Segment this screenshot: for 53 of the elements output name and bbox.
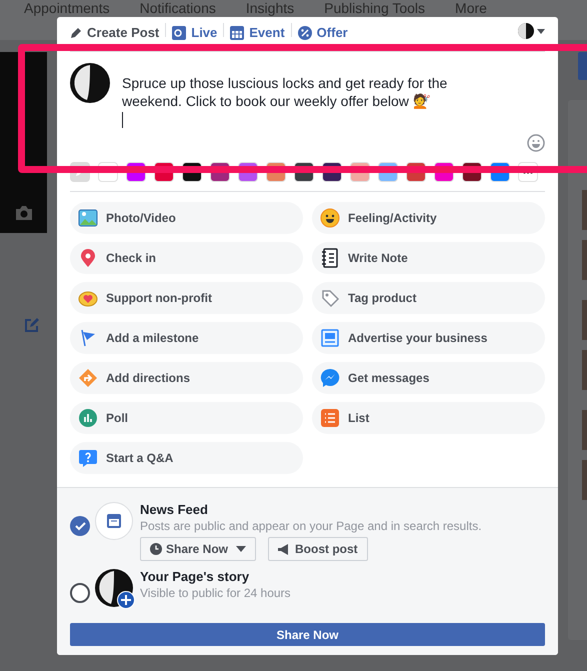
tag-icon: [320, 288, 340, 308]
composer-tab[interactable]: Live: [172, 23, 218, 42]
caret-icon: [236, 546, 246, 552]
destination-description: Visible to public for 24 hours: [140, 585, 291, 601]
notebook-icon: [320, 248, 340, 268]
composer-option[interactable]: Check in: [70, 242, 303, 274]
composer-option[interactable]: Feeling/Activity: [312, 202, 545, 234]
composer-option[interactable]: Add directions: [70, 362, 303, 394]
map-pin-icon: [78, 248, 98, 268]
destination-title[interactable]: Your Page's story: [140, 569, 291, 585]
composer-option[interactable]: List: [312, 402, 545, 434]
composer-option[interactable]: Tag product: [312, 282, 545, 314]
text-cursor: [122, 112, 123, 128]
feed-icon: [95, 502, 133, 540]
camera-icon[interactable]: [14, 205, 34, 221]
clock-icon: [150, 543, 162, 555]
post-text-field[interactable]: Spruce up those luscious locks and get ready for the weekend. Click to book our weekly offer below 💇: [122, 74, 472, 160]
directions-icon: [78, 368, 98, 388]
composer-option[interactable]: Get messages: [312, 362, 545, 394]
check-icon: [74, 522, 86, 530]
pencil-icon: [70, 26, 82, 39]
emoji-icon[interactable]: [527, 134, 545, 152]
chat-bubble-icon: [320, 368, 340, 388]
question-bubble-icon: [78, 448, 98, 468]
composer-option[interactable]: Poll: [70, 402, 303, 434]
composer-tab[interactable]: Offer: [298, 23, 348, 42]
composer-tab[interactable]: Event: [230, 23, 285, 42]
radio-button[interactable]: [70, 516, 90, 536]
add-icon[interactable]: [117, 591, 135, 609]
composer-option[interactable]: Advertise your business: [312, 322, 545, 354]
smiley-icon: [320, 208, 340, 228]
composer-option[interactable]: Add a milestone: [70, 322, 303, 354]
boost-post-button[interactable]: Boost post: [268, 537, 368, 561]
share-now-button[interactable]: Share Now: [70, 623, 545, 646]
composer-tab[interactable]: Create Post: [70, 23, 160, 42]
composer-option[interactable]: Start a Q&A: [70, 442, 303, 474]
schedule-dropdown[interactable]: Share Now: [140, 537, 256, 561]
list-icon: [320, 408, 340, 428]
calendar-icon: [230, 26, 244, 40]
bar-chart-icon: [78, 408, 98, 428]
radio-button[interactable]: [70, 583, 90, 603]
percent-badge-icon: [298, 26, 312, 40]
composer-option[interactable]: Photo/Video: [70, 202, 303, 234]
billboard-icon: [320, 328, 340, 348]
avatar[interactable]: [518, 23, 534, 39]
composer-option[interactable]: Support non-profit: [70, 282, 303, 314]
destination-title[interactable]: News Feed: [140, 502, 482, 518]
photo-icon: [78, 208, 98, 228]
caret-icon[interactable]: [537, 28, 545, 34]
video-icon: [172, 26, 186, 40]
destination-description: Posts are public and appear on your Page and in search results.: [140, 518, 482, 534]
avatar: [70, 63, 110, 103]
composer-option[interactable]: Write Note: [312, 242, 545, 274]
